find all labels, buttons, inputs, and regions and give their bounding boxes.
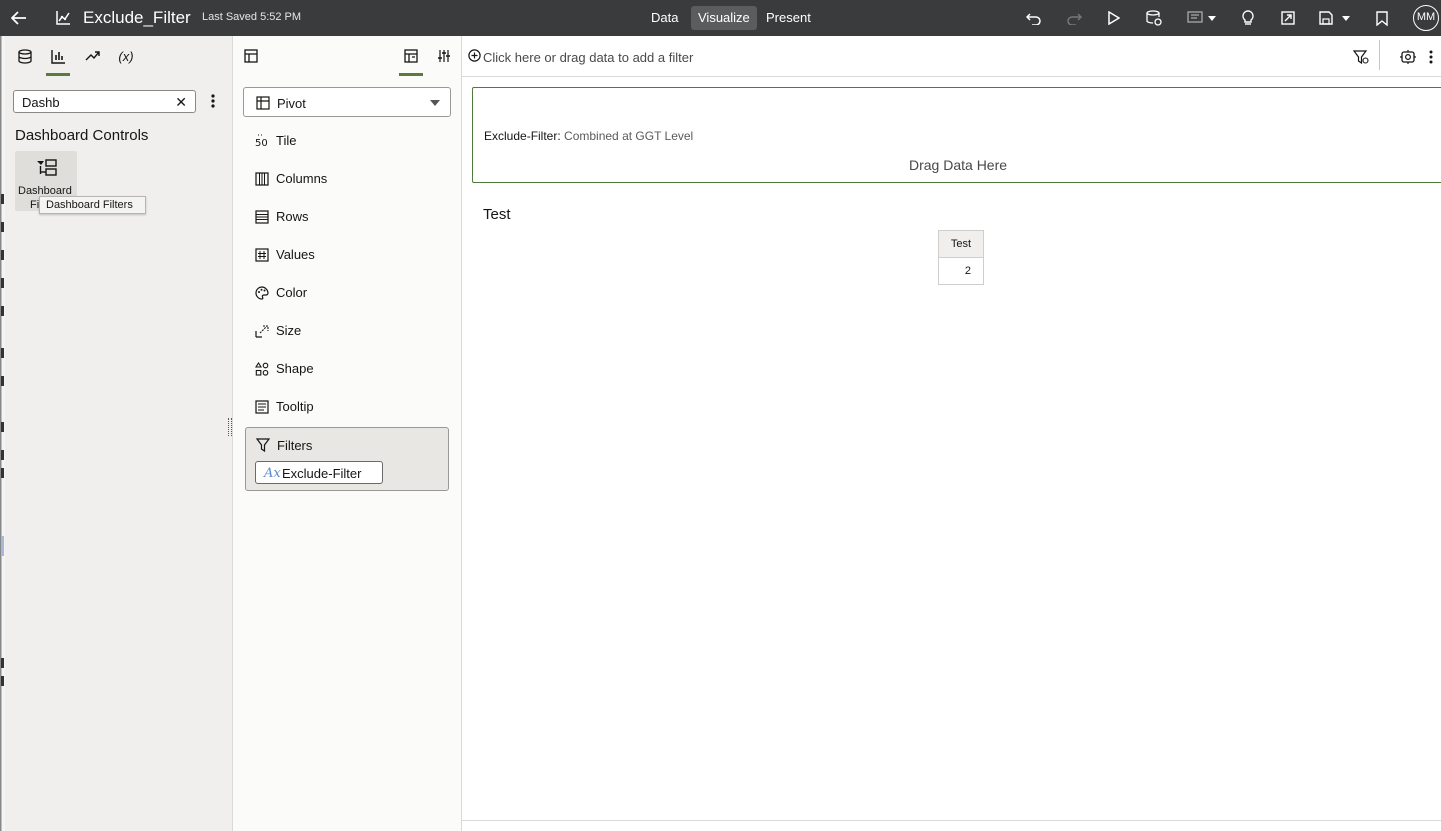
analytics-tab-trend-icon[interactable] <box>82 46 104 66</box>
table-cell[interactable]: 2 <box>938 257 984 285</box>
data-tab-database-icon[interactable] <box>14 46 36 66</box>
refresh-data-icon[interactable] <box>1144 8 1164 28</box>
rows-icon <box>255 210 269 224</box>
play-icon[interactable] <box>1104 8 1124 28</box>
size-icon <box>255 324 269 338</box>
insights-lightbulb-icon[interactable] <box>1238 8 1258 28</box>
shape-icon <box>255 362 269 376</box>
save-dropdown-icon[interactable] <box>1318 8 1352 28</box>
grammar-panel: Pivot 50 Tile Columns Rows Values Color … <box>233 36 462 831</box>
tab-data[interactable]: Data <box>644 6 685 30</box>
export-icon[interactable] <box>1278 8 1298 28</box>
user-avatar[interactable]: MM <box>1413 5 1439 31</box>
grammar-filters-dropzone[interactable]: Filters Ax Exclude-Filter <box>245 427 449 491</box>
properties-tab-sliders-icon[interactable] <box>434 46 454 66</box>
last-saved-text: Last Saved 5:52 PM <box>202 11 302 23</box>
pivot-icon <box>256 96 270 110</box>
filter-bar[interactable]: Click here or drag data to add a filter <box>462 36 1441 77</box>
divider <box>1379 40 1380 70</box>
canvas-settings-icon[interactable] <box>1399 48 1417 66</box>
filter-pill-label: Exclude-Filter <box>282 466 362 481</box>
viz-type-label: Pivot <box>277 96 306 111</box>
filter-key: Exclude-Filter: <box>484 129 561 143</box>
filter-bar-hint[interactable]: Click here or drag data to add a filter <box>483 50 693 65</box>
table-header-cell[interactable]: Test <box>938 230 984 258</box>
chevron-down-icon <box>430 100 440 106</box>
filter-settings-icon[interactable] <box>1352 48 1370 66</box>
palette-icon <box>255 286 269 300</box>
grammar-panel-toggle-icon[interactable] <box>241 46 261 66</box>
back-arrow-icon[interactable] <box>9 8 29 28</box>
canvas-bottom-divider <box>462 820 1441 821</box>
canvas: Click here or drag data to add a filter … <box>462 36 1441 831</box>
table-header-row: Test <box>938 230 984 258</box>
viz-title[interactable]: Test <box>483 206 511 223</box>
panel-resize-handle[interactable] <box>228 418 232 436</box>
more-options-icon[interactable] <box>207 91 219 111</box>
tooltip-icon <box>255 400 269 414</box>
pivot-table[interactable]: Test 2 <box>938 230 984 285</box>
active-tab-indicator <box>46 73 70 76</box>
exclude-filter-pill[interactable]: Ax Exclude-Filter <box>255 461 383 484</box>
values-icon <box>255 248 269 262</box>
svg-text:50: 50 <box>255 138 268 148</box>
background-window-edge <box>0 36 5 831</box>
funnel-icon <box>256 438 270 452</box>
tab-present[interactable]: Present <box>759 6 818 30</box>
comment-dropdown-icon[interactable] <box>1186 8 1218 28</box>
drag-data-hint: Drag Data Here <box>909 157 1008 173</box>
canvas-more-icon[interactable] <box>1426 48 1436 66</box>
workbook-icon <box>53 8 73 28</box>
filters-label: Filters <box>277 438 313 453</box>
calculations-tab-formula-icon[interactable]: (x) <box>115 46 137 66</box>
app-header: Exclude_Filter Last Saved 5:52 PM Data V… <box>0 0 1441 36</box>
tab-visualize[interactable]: Visualize <box>691 6 757 30</box>
grammar-tab-icon[interactable] <box>401 46 421 66</box>
data-panel: (x) Dashb ✕ Dashboard Controls Dashboard… <box>0 36 233 831</box>
undo-icon[interactable] <box>1024 8 1044 28</box>
add-filter-icon[interactable] <box>468 49 481 62</box>
table-row: 2 <box>938 257 984 285</box>
tile-label-line2: Fi <box>30 199 40 211</box>
dashboard-controls-heading: Dashboard Controls <box>15 127 149 144</box>
bookmark-icon[interactable] <box>1372 8 1392 28</box>
viz-type-select[interactable]: Pivot <box>243 87 451 117</box>
tooltip: Dashboard Filters <box>39 196 146 214</box>
calculation-icon: Ax <box>264 466 281 481</box>
filter-value: Combined at GGT Level <box>564 129 694 143</box>
visualizations-tab-bar-chart-icon[interactable] <box>47 46 69 66</box>
redo-icon[interactable] <box>1064 8 1084 28</box>
workbook-title[interactable]: Exclude_Filter <box>83 8 191 28</box>
grammar-tab-indicator <box>399 73 423 76</box>
search-value: Dashb <box>22 95 60 110</box>
filter-viz-dropzone[interactable]: Exclude-Filter: Combined at GGT Level Dr… <box>472 87 1441 183</box>
clear-search-icon[interactable]: ✕ <box>175 94 187 111</box>
tile-icon: 50 <box>255 134 269 148</box>
filter-caption: Exclude-Filter: Combined at GGT Level <box>484 129 693 143</box>
dashboard-filter-icon <box>36 159 57 177</box>
search-input[interactable]: Dashb ✕ <box>13 90 196 113</box>
columns-icon <box>255 172 269 186</box>
